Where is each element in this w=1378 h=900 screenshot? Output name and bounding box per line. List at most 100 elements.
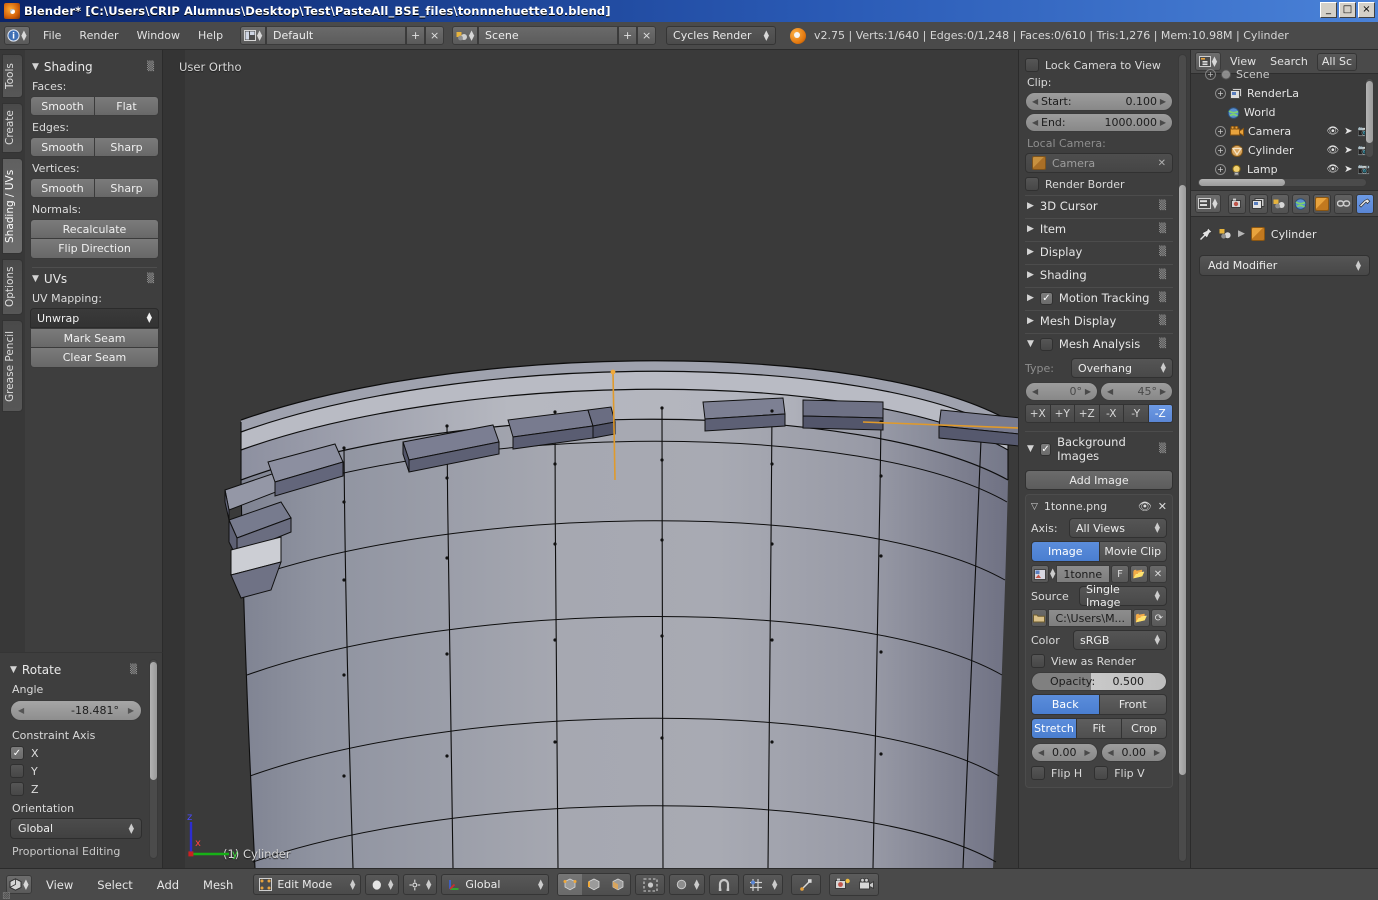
- tab-scene[interactable]: [1270, 193, 1289, 214]
- restrict-view-icon[interactable]: 👁: [1326, 145, 1339, 156]
- occlude-geometry-button[interactable]: [635, 874, 666, 895]
- mark-seam-button[interactable]: Mark Seam: [30, 328, 159, 348]
- restrict-render-icon[interactable]: 📷: [1358, 164, 1370, 175]
- image-browse-spinner[interactable]: ▲ ▼: [1050, 568, 1055, 580]
- opacity-slider[interactable]: Opacity: 0.500: [1031, 672, 1167, 691]
- motion-tracking-checkbox[interactable]: ✓: [1039, 291, 1053, 305]
- clip-end-field[interactable]: ◀ End: 1000.000 ▶: [1025, 113, 1173, 132]
- pin-icon[interactable]: [1199, 227, 1213, 241]
- resize-grip-icon[interactable]: ▨: [2, 892, 11, 900]
- faces-smooth-button[interactable]: Smooth: [30, 96, 95, 116]
- viewport-menu-view[interactable]: View: [36, 876, 83, 894]
- flip-h-row[interactable]: Flip H: [1031, 766, 1082, 780]
- section-display[interactable]: ▶ Display ▒: [1025, 241, 1173, 262]
- minimize-button[interactable]: _: [1320, 2, 1337, 18]
- mesh-analysis-checkbox[interactable]: [1039, 337, 1053, 351]
- unlink-image-icon[interactable]: ✕: [1149, 565, 1167, 583]
- menu-window[interactable]: Window: [128, 27, 189, 44]
- tab-create[interactable]: Create: [2, 103, 23, 153]
- lock-camera-checkbox[interactable]: [1025, 58, 1039, 72]
- rotate-panel-header[interactable]: ▼ Rotate ▒: [10, 663, 142, 677]
- tab-object[interactable]: [1313, 193, 1332, 214]
- scene-icon[interactable]: [1219, 228, 1232, 240]
- unwrap-dropdown[interactable]: Unwrap ▲ ▼: [30, 308, 159, 328]
- section-shading[interactable]: ▶ Shading ▒: [1025, 264, 1173, 285]
- delete-scene-button[interactable]: ×: [637, 26, 657, 45]
- render-engine-dropdown[interactable]: Cycles Render ▲ ▼: [666, 26, 777, 45]
- npanel-scrollbar[interactable]: [1178, 54, 1187, 862]
- viewport-menu-select[interactable]: Select: [87, 876, 142, 894]
- increment-arrow-icon[interactable]: ▶: [1085, 387, 1091, 396]
- clear-local-camera-icon[interactable]: ✕: [1158, 158, 1166, 169]
- offset-y-field[interactable]: ◀ 0.00 ▶: [1100, 743, 1167, 762]
- frame-crop-button[interactable]: Crop: [1122, 718, 1167, 739]
- reload-image-icon[interactable]: ⟳: [1150, 609, 1167, 627]
- tab-grease-pencil[interactable]: Grease Pencil: [2, 320, 23, 412]
- tab-tools[interactable]: Tools: [2, 54, 23, 98]
- add-modifier-button[interactable]: Add Modifier ▲ ▼: [1199, 255, 1370, 276]
- axis-plus-z-button[interactable]: +Z: [1075, 404, 1100, 423]
- tab-constraints[interactable]: [1334, 193, 1353, 214]
- shading-panel-header[interactable]: ▼ Shading ▒: [32, 60, 159, 74]
- scrollbar-thumb[interactable]: [1179, 185, 1186, 775]
- fake-user-button[interactable]: F: [1111, 565, 1129, 583]
- expand-icon[interactable]: +: [1205, 69, 1216, 80]
- section-motion-tracking[interactable]: ▶ ✓ Motion Tracking ▒: [1025, 287, 1173, 308]
- outliner-row-cylinder[interactable]: + Cylinder 👁 ➤ 📷: [1197, 141, 1378, 160]
- flip-v-checkbox[interactable]: [1094, 766, 1109, 780]
- close-button[interactable]: ×: [1358, 2, 1375, 18]
- expand-icon[interactable]: +: [1215, 145, 1226, 156]
- depth-front-button[interactable]: Front: [1099, 694, 1167, 715]
- local-camera-field[interactable]: Camera ✕: [1025, 153, 1173, 173]
- section-mesh-analysis[interactable]: ▼ Mesh Analysis ▒: [1025, 333, 1173, 354]
- axis-plus-y-button[interactable]: +Y: [1050, 404, 1075, 423]
- outliner-row-camera[interactable]: + Camera 👁 ➤ 📷: [1197, 122, 1378, 141]
- mesh-analysis-min-angle-field[interactable]: ◀ 0° ▶: [1025, 382, 1098, 401]
- axis-minus-x-button[interactable]: -X: [1099, 404, 1124, 423]
- render-border-row[interactable]: Render Border: [1025, 177, 1173, 191]
- manipulator-toggle-button[interactable]: [791, 874, 822, 895]
- viewport-menu-mesh[interactable]: Mesh: [193, 876, 243, 894]
- decrement-arrow-icon[interactable]: ◀: [1038, 748, 1044, 757]
- section-background-images[interactable]: ▼ ✓ Background Images ▒: [1025, 431, 1173, 466]
- viewport-menu-add[interactable]: Add: [147, 876, 189, 894]
- axis-plus-x-button[interactable]: +X: [1025, 404, 1051, 423]
- image-source-dropdown[interactable]: Single Image ▲ ▼: [1079, 583, 1167, 609]
- tab-render-layers[interactable]: [1249, 193, 1268, 214]
- restrict-select-icon[interactable]: ➤: [1344, 126, 1352, 137]
- section-3d-cursor[interactable]: ▶ 3D Cursor ▒: [1025, 195, 1173, 216]
- restrict-select-icon[interactable]: ➤: [1344, 145, 1352, 156]
- pivot-point-dropdown[interactable]: ▲ ▼: [403, 874, 438, 895]
- render-animation-icon[interactable]: [854, 874, 878, 895]
- flip-h-checkbox[interactable]: [1031, 766, 1045, 780]
- flip-v-row[interactable]: Flip V: [1094, 766, 1145, 780]
- increment-arrow-icon[interactable]: ▶: [1084, 748, 1090, 757]
- transform-orientation-dropdown[interactable]: Global ▲ ▼: [441, 874, 550, 895]
- view-as-render-row[interactable]: View as Render: [1031, 654, 1167, 668]
- scrollbar-thumb[interactable]: [1366, 81, 1373, 143]
- section-mesh-display[interactable]: ▶ Mesh Display ▒: [1025, 310, 1173, 331]
- increment-arrow-icon[interactable]: ▶: [1160, 97, 1166, 106]
- expand-icon[interactable]: +: [1215, 126, 1226, 137]
- render-border-checkbox[interactable]: [1025, 177, 1039, 191]
- recalculate-normals-button[interactable]: Recalculate: [30, 219, 159, 239]
- background-image-header[interactable]: ▽ 1tonne.png 👁 ✕: [1031, 500, 1167, 513]
- tab-world[interactable]: [1291, 193, 1311, 214]
- frame-stretch-button[interactable]: Stretch: [1031, 718, 1077, 739]
- clear-seam-button[interactable]: Clear Seam: [30, 348, 159, 368]
- source-image-button[interactable]: Image: [1031, 541, 1100, 562]
- increment-arrow-icon[interactable]: ▶: [1154, 748, 1160, 757]
- decrement-arrow-icon[interactable]: ◀: [1032, 97, 1038, 106]
- remove-background-image-icon[interactable]: ✕: [1158, 500, 1167, 513]
- scene-field[interactable]: Scene: [478, 26, 619, 45]
- constraint-y-checkbox[interactable]: [10, 764, 24, 778]
- background-images-checkbox[interactable]: ✓: [1039, 442, 1052, 456]
- increment-arrow-icon[interactable]: ▶: [128, 706, 134, 715]
- decrement-arrow-icon[interactable]: ◀: [1032, 387, 1038, 396]
- clip-start-field[interactable]: ◀ Start: 0.100 ▶: [1025, 92, 1173, 111]
- increment-arrow-icon[interactable]: ▶: [1160, 387, 1166, 396]
- tab-shading-uvs[interactable]: Shading / UVs: [2, 158, 23, 254]
- viewport-shading-dropdown[interactable]: ▲ ▼: [365, 874, 400, 895]
- restrict-select-icon[interactable]: ➤: [1344, 164, 1352, 175]
- lock-camera-row[interactable]: Lock Camera to View: [1025, 58, 1173, 72]
